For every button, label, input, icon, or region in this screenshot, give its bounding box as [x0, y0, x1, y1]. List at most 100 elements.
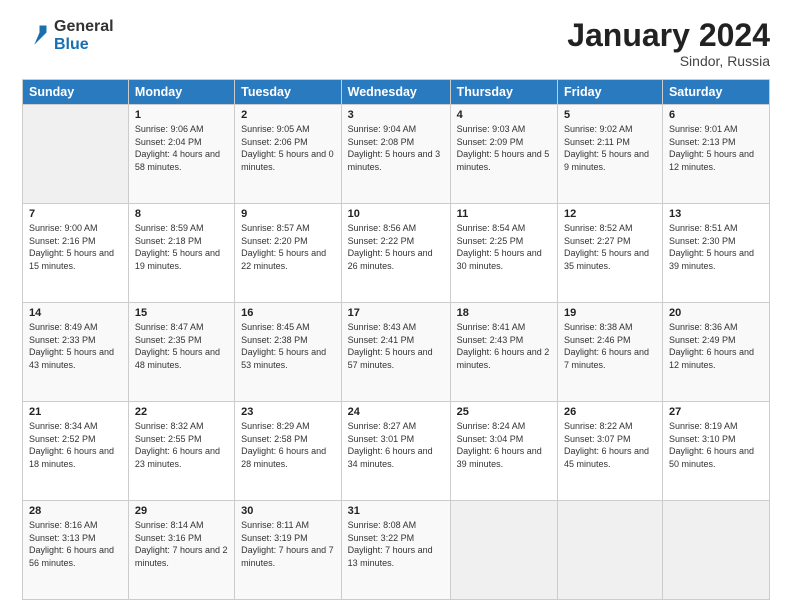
- day-info: Sunrise: 8:54 AMSunset: 2:25 PMDaylight:…: [457, 222, 551, 272]
- day-number: 24: [348, 406, 444, 418]
- week-row-4: 28Sunrise: 8:16 AMSunset: 3:13 PMDayligh…: [23, 501, 770, 600]
- day-info: Sunrise: 8:27 AMSunset: 3:01 PMDaylight:…: [348, 420, 444, 470]
- week-row-1: 7 Sunrise: 9:00 AMSunset: 2:16 PMDaylight…: [23, 204, 770, 303]
- day-info: Sunrise: 8:51 AMSunset: 2:30 PMDaylight:…: [669, 222, 763, 272]
- table-row: 1 Sunrise: 9:06 AMSunset: 2:04 PMDaylight…: [128, 105, 234, 204]
- table-row: 23 Sunrise: 8:29 AMSunset: 2:58 PMDayligh…: [235, 402, 342, 501]
- day-info: Sunrise: 9:03 AMSunset: 2:09 PMDaylight:…: [457, 123, 551, 173]
- day-info: Sunrise: 9:01 AMSunset: 2:13 PMDaylight:…: [669, 123, 763, 173]
- table-row: 19 Sunrise: 8:38 AMSunset: 2:46 PMDayligh…: [558, 303, 663, 402]
- table-row: 9Sunrise: 8:57 AMSunset: 2:20 PMDaylight…: [235, 204, 342, 303]
- day-info: Sunrise: 8:52 AMSunset: 2:27 PMDaylight:…: [564, 222, 656, 272]
- header-row: Sunday Monday Tuesday Wednesday Thursday…: [23, 80, 770, 105]
- day-info: Sunrise: 8:36 AMSunset: 2:49 PMDaylight:…: [669, 321, 763, 371]
- day-info: Sunrise: 9:02 AMSunset: 2:11 PMDaylight:…: [564, 123, 656, 173]
- day-number: 2: [241, 109, 335, 121]
- day-number: 11: [457, 208, 551, 220]
- table-row: [23, 105, 129, 204]
- day-number: 23: [241, 406, 335, 418]
- table-row: 13 Sunrise: 8:51 AMSunset: 2:30 PMDayligh…: [662, 204, 769, 303]
- day-number: 31: [348, 505, 444, 517]
- day-info: Sunrise: 8:38 AMSunset: 2:46 PMDaylight:…: [564, 321, 656, 371]
- day-info: Sunrise: 8:41 AMSunset: 2:43 PMDaylight:…: [457, 321, 551, 371]
- day-number: 6: [669, 109, 763, 121]
- week-row-0: 1 Sunrise: 9:06 AMSunset: 2:04 PMDaylight…: [23, 105, 770, 204]
- table-row: 12 Sunrise: 8:52 AMSunset: 2:27 PMDayligh…: [558, 204, 663, 303]
- day-number: 7: [29, 208, 122, 220]
- day-info: Sunrise: 9:06 AMSunset: 2:04 PMDaylight:…: [135, 123, 228, 173]
- day-info: Sunrise: 8:43 AMSunset: 2:41 PMDaylight:…: [348, 321, 444, 371]
- table-row: 25 Sunrise: 8:24 AMSunset: 3:04 PMDayligh…: [450, 402, 557, 501]
- table-row: 21 Sunrise: 8:34 AMSunset: 2:52 PMDayligh…: [23, 402, 129, 501]
- day-info: Sunrise: 8:32 AMSunset: 2:55 PMDaylight:…: [135, 420, 228, 470]
- table-row: 4Sunrise: 9:03 AMSunset: 2:09 PMDaylight…: [450, 105, 557, 204]
- table-row: 28Sunrise: 8:16 AMSunset: 3:13 PMDayligh…: [23, 501, 129, 600]
- table-row: 3 Sunrise: 9:04 AMSunset: 2:08 PMDaylight…: [341, 105, 450, 204]
- day-info: Sunrise: 9:05 AMSunset: 2:06 PMDaylight:…: [241, 123, 335, 173]
- logo-general-text: General: [54, 18, 114, 36]
- col-sunday: Sunday: [23, 80, 129, 105]
- table-row: 11 Sunrise: 8:54 AMSunset: 2:25 PMDayligh…: [450, 204, 557, 303]
- day-number: 9: [241, 208, 335, 220]
- day-number: 13: [669, 208, 763, 220]
- table-row: 8 Sunrise: 8:59 AMSunset: 2:18 PMDaylight…: [128, 204, 234, 303]
- day-number: 19: [564, 307, 656, 319]
- col-monday: Monday: [128, 80, 234, 105]
- day-number: 25: [457, 406, 551, 418]
- table-row: 6 Sunrise: 9:01 AMSunset: 2:13 PMDaylight…: [662, 105, 769, 204]
- day-info: Sunrise: 9:04 AMSunset: 2:08 PMDaylight:…: [348, 123, 444, 173]
- table-row: 7 Sunrise: 9:00 AMSunset: 2:16 PMDaylight…: [23, 204, 129, 303]
- logo-blue-text: Blue: [54, 36, 114, 54]
- day-number: 20: [669, 307, 763, 319]
- day-number: 14: [29, 307, 122, 319]
- day-number: 10: [348, 208, 444, 220]
- table-row: 17Sunrise: 8:43 AMSunset: 2:41 PMDayligh…: [341, 303, 450, 402]
- day-info: Sunrise: 8:16 AMSunset: 3:13 PMDaylight:…: [29, 519, 122, 569]
- day-number: 30: [241, 505, 335, 517]
- day-info: Sunrise: 8:59 AMSunset: 2:18 PMDaylight:…: [135, 222, 228, 272]
- table-row: 26Sunrise: 8:22 AMSunset: 3:07 PMDayligh…: [558, 402, 663, 501]
- table-row: 30 Sunrise: 8:11 AMSunset: 3:19 PMDayligh…: [235, 501, 342, 600]
- day-number: 27: [669, 406, 763, 418]
- day-number: 12: [564, 208, 656, 220]
- table-row: [450, 501, 557, 600]
- day-info: Sunrise: 8:24 AMSunset: 3:04 PMDaylight:…: [457, 420, 551, 470]
- table-row: 24 Sunrise: 8:27 AMSunset: 3:01 PMDayligh…: [341, 402, 450, 501]
- day-number: 29: [135, 505, 228, 517]
- day-number: 21: [29, 406, 122, 418]
- day-number: 26: [564, 406, 656, 418]
- day-number: 8: [135, 208, 228, 220]
- day-number: 3: [348, 109, 444, 121]
- title-block: January 2024 Sindor, Russia: [567, 18, 770, 69]
- week-row-3: 21 Sunrise: 8:34 AMSunset: 2:52 PMDayligh…: [23, 402, 770, 501]
- day-info: Sunrise: 8:19 AMSunset: 3:10 PMDaylight:…: [669, 420, 763, 470]
- logo: General Blue: [22, 18, 114, 53]
- table-row: 29Sunrise: 8:14 AMSunset: 3:16 PMDayligh…: [128, 501, 234, 600]
- table-row: 18 Sunrise: 8:41 AMSunset: 2:43 PMDayligh…: [450, 303, 557, 402]
- day-info: Sunrise: 8:47 AMSunset: 2:35 PMDaylight:…: [135, 321, 228, 371]
- table-row: 31Sunrise: 8:08 AMSunset: 3:22 PMDayligh…: [341, 501, 450, 600]
- calendar-table: Sunday Monday Tuesday Wednesday Thursday…: [22, 79, 770, 600]
- day-info: Sunrise: 8:56 AMSunset: 2:22 PMDaylight:…: [348, 222, 444, 272]
- col-wednesday: Wednesday: [341, 80, 450, 105]
- day-number: 5: [564, 109, 656, 121]
- table-row: 14Sunrise: 8:49 AMSunset: 2:33 PMDayligh…: [23, 303, 129, 402]
- day-info: Sunrise: 8:29 AMSunset: 2:58 PMDaylight:…: [241, 420, 335, 470]
- table-row: [558, 501, 663, 600]
- col-tuesday: Tuesday: [235, 80, 342, 105]
- day-number: 16: [241, 307, 335, 319]
- table-row: 5 Sunrise: 9:02 AMSunset: 2:11 PMDaylight…: [558, 105, 663, 204]
- day-number: 1: [135, 109, 228, 121]
- col-friday: Friday: [558, 80, 663, 105]
- day-info: Sunrise: 9:00 AMSunset: 2:16 PMDaylight:…: [29, 222, 122, 272]
- col-saturday: Saturday: [662, 80, 769, 105]
- day-number: 15: [135, 307, 228, 319]
- table-row: 20 Sunrise: 8:36 AMSunset: 2:49 PMDayligh…: [662, 303, 769, 402]
- day-info: Sunrise: 8:34 AMSunset: 2:52 PMDaylight:…: [29, 420, 122, 470]
- table-row: [662, 501, 769, 600]
- location-subtitle: Sindor, Russia: [567, 53, 770, 69]
- day-number: 18: [457, 307, 551, 319]
- day-info: Sunrise: 8:11 AMSunset: 3:19 PMDaylight:…: [241, 519, 335, 569]
- day-info: Sunrise: 8:45 AMSunset: 2:38 PMDaylight:…: [241, 321, 335, 371]
- month-title: January 2024: [567, 18, 770, 53]
